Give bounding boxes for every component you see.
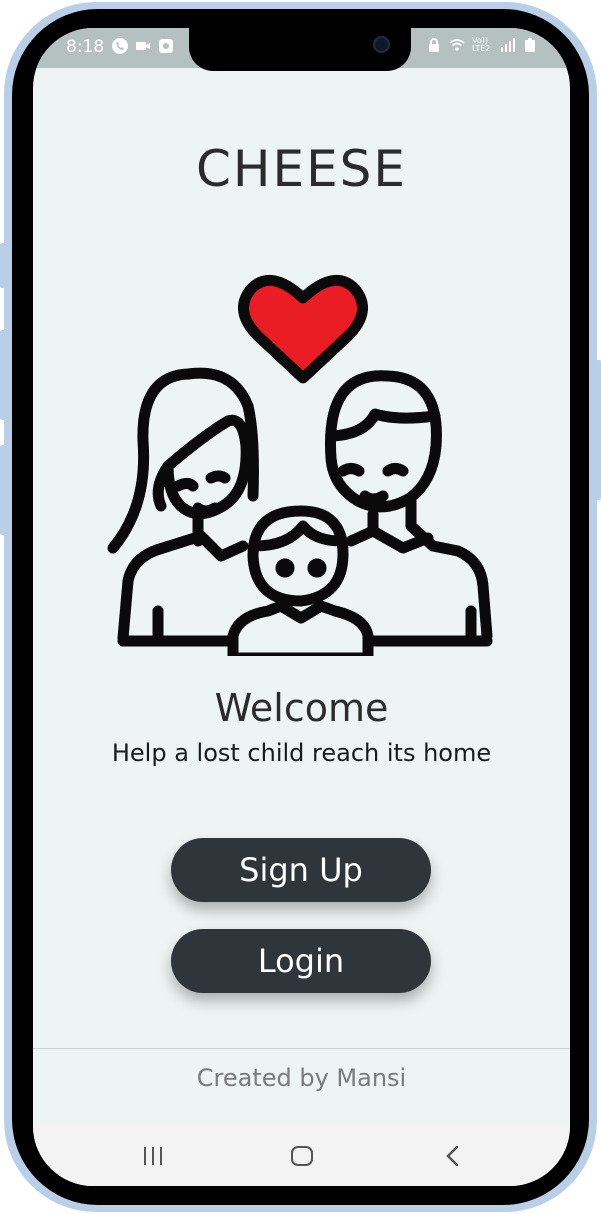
side-button [0,445,5,535]
camera-notch [189,28,411,71]
login-button[interactable]: Login [171,929,431,993]
front-camera [373,36,390,53]
home-icon[interactable] [284,1138,320,1174]
phone-call-icon [112,38,128,54]
wifi-icon [449,39,465,51]
signup-button[interactable]: Sign Up [171,838,431,902]
welcome-heading: Welcome [214,686,389,730]
app-screen: 8:18 Vo)) LTE2 CHEESE Welcome Help a los… [33,28,570,1186]
family-heart-icon [107,274,493,656]
power-button [596,360,601,500]
signal-icon [501,38,515,52]
app-title: CHEESE [195,140,408,198]
video-icon [136,42,150,50]
volume-down-button [0,330,5,420]
navigation-bar [33,1124,570,1186]
welcome-subtitle: Help a lost child reach its home [111,739,492,767]
app-icon [159,39,173,53]
lock-icon [429,38,439,52]
footer-divider [33,1048,570,1049]
status-time: 8:18 [66,37,105,57]
volume-up-button [0,243,5,288]
heart-icon [238,274,368,384]
network-label: Vo)) LTE2 [472,36,491,53]
battery-icon [525,38,535,52]
back-icon[interactable] [435,1138,471,1174]
footer-credit: Created by Mansi [196,1064,407,1092]
recent-apps-icon[interactable] [135,1138,171,1174]
